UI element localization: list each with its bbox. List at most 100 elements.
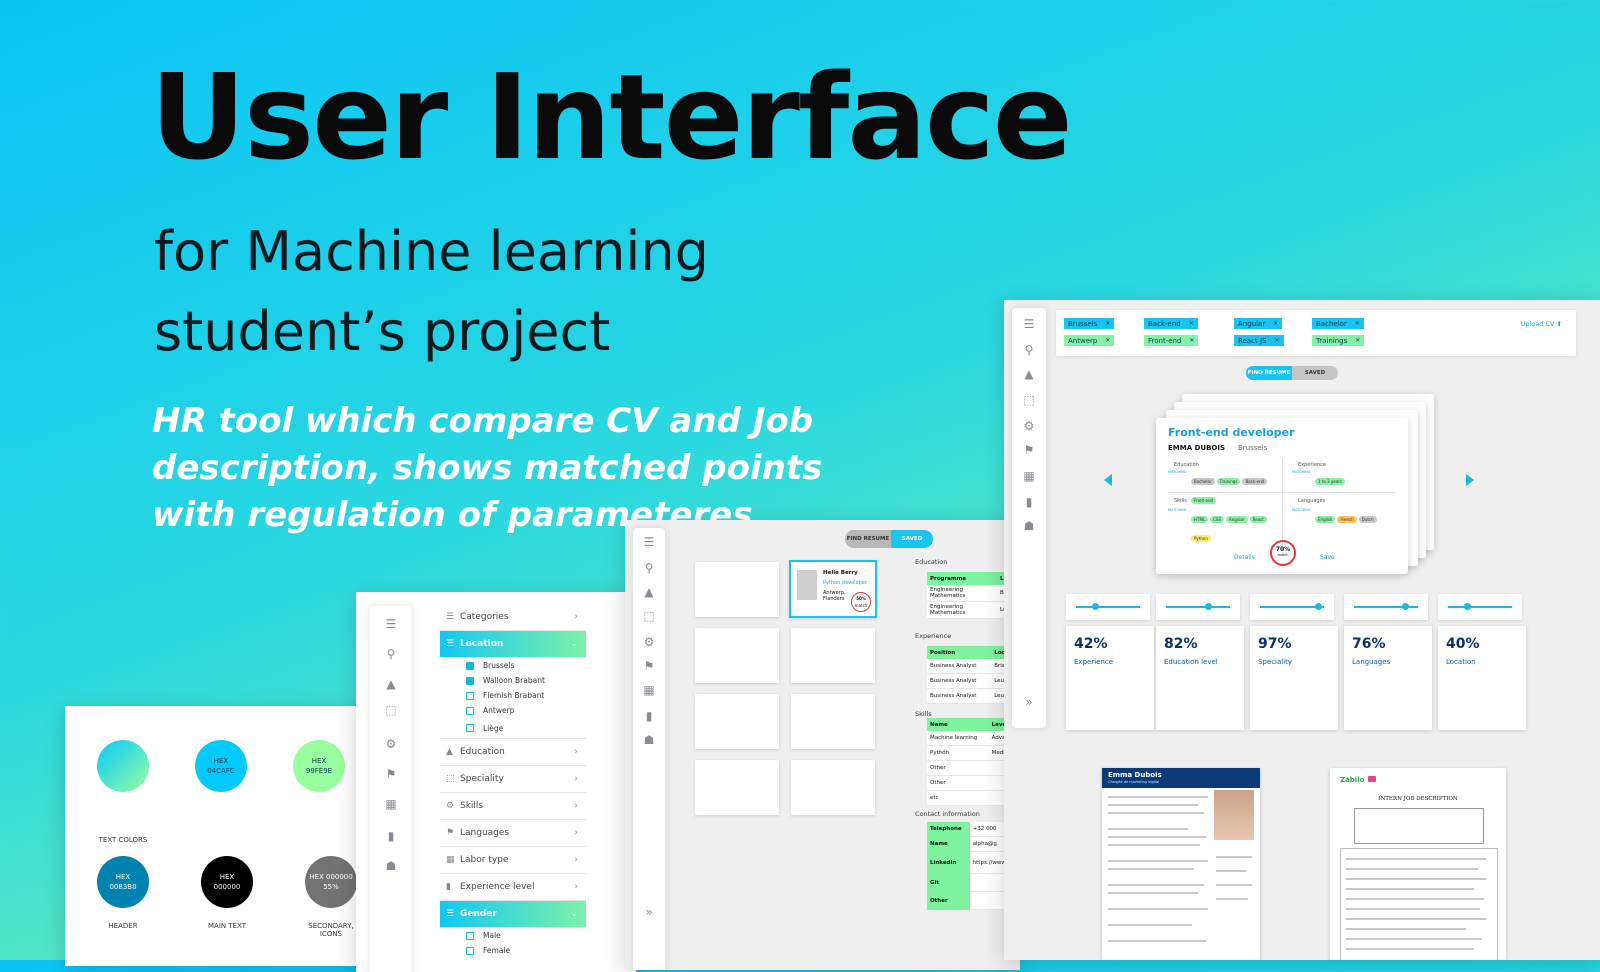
flag-icon[interactable]: ⚑ (383, 766, 399, 782)
list-icon[interactable]: ☰ (1021, 316, 1037, 332)
slider-track[interactable] (1166, 606, 1230, 608)
location-option[interactable]: Liège (440, 718, 586, 739)
close-icon[interactable]: ✕ (1105, 337, 1110, 344)
resume-card[interactable] (695, 760, 779, 815)
filter-gender[interactable]: ☰ Gender ⌄ (440, 901, 586, 928)
resume-card[interactable] (695, 628, 779, 683)
resume-card[interactable] (695, 562, 779, 617)
job-description-document[interactable]: Zabilo INTERN JOB DESCRIPTION (1330, 768, 1506, 960)
graduation-cap-icon[interactable]: ▲ (1021, 366, 1037, 382)
checkbox[interactable] (466, 706, 474, 715)
chip-angular[interactable]: Angular ✕ (1234, 318, 1283, 329)
chip-trainings[interactable]: Trainings ✕ (1312, 335, 1365, 346)
people-icon[interactable]: ☗ (641, 732, 657, 748)
saved-tab[interactable]: SAVED (891, 530, 933, 548)
bar-chart-icon[interactable]: ▮ (1021, 494, 1037, 510)
slider-track[interactable] (1076, 606, 1140, 608)
job-match-card[interactable]: Front-end developer EMMA DUBOIS Brussels… (1156, 418, 1408, 574)
slider-track[interactable] (1448, 606, 1512, 608)
upload-cv-link[interactable]: Upload CV ⬆ (1521, 320, 1562, 328)
resume-toggle[interactable]: FIND RESUME SAVED (845, 530, 933, 548)
location-option[interactable]: Antwerp (440, 703, 586, 718)
bar-chart-icon[interactable]: ▮ (383, 828, 399, 844)
selection-icon[interactable]: ⬚ (1021, 392, 1037, 408)
chip-bachelor[interactable]: Bachelor ✕ (1312, 318, 1364, 329)
next-arrow-icon[interactable] (1466, 474, 1474, 486)
filter-location[interactable]: ☰ Location ⌄ (440, 631, 586, 658)
filter-education[interactable]: ▲ Education › (440, 739, 586, 766)
slider-handle[interactable] (1464, 603, 1472, 610)
graduation-cap-icon[interactable]: ▲ (383, 676, 399, 692)
flag-icon[interactable]: ⚑ (1021, 442, 1037, 458)
resume-card[interactable] (791, 628, 875, 683)
checkbox[interactable] (466, 946, 474, 955)
parameter-slider[interactable] (1156, 594, 1240, 620)
resume-card[interactable] (791, 694, 875, 749)
chip-brussels[interactable]: Brussels ✕ (1064, 318, 1115, 329)
list-icon[interactable]: ☰ (641, 534, 657, 550)
close-icon[interactable]: ✕ (1189, 337, 1194, 344)
expand-icon[interactable]: » (1021, 694, 1037, 710)
list-icon[interactable]: ☰ (383, 616, 399, 632)
parameter-slider[interactable] (1344, 594, 1428, 620)
parameter-slider[interactable] (1066, 594, 1150, 620)
filter-skills[interactable]: ⚙ Skills › (440, 793, 586, 820)
gender-option[interactable]: Female (440, 943, 586, 958)
filter-languages[interactable]: ⚑ Languages › (440, 820, 586, 847)
people-icon[interactable]: ☗ (1021, 518, 1037, 534)
close-icon[interactable]: ✕ (1105, 320, 1110, 327)
gear-icon[interactable]: ⚙ (1021, 418, 1037, 434)
graduation-cap-icon[interactable]: ▲ (641, 584, 657, 600)
chip-front-end[interactable]: Front-end ✕ (1144, 335, 1199, 346)
gender-option[interactable]: Male (440, 928, 586, 943)
gear-icon[interactable]: ⚙ (383, 736, 399, 752)
building-icon[interactable]: ▦ (1021, 468, 1037, 484)
find-resume-tab[interactable]: FIND RESUME (1246, 366, 1292, 380)
building-icon[interactable]: ▦ (383, 796, 399, 812)
chip-back-end[interactable]: Back-end ✕ (1144, 318, 1198, 329)
flag-icon[interactable]: ⚑ (641, 658, 657, 674)
resume-card-selected[interactable]: Helle Berry Python developer Antwerp, Fl… (789, 560, 877, 618)
close-icon[interactable]: ✕ (1189, 320, 1194, 327)
bar-chart-icon[interactable]: ▮ (641, 708, 657, 724)
slider-handle[interactable] (1092, 603, 1100, 610)
selection-icon[interactable]: ⬚ (641, 608, 657, 624)
location-option[interactable]: Flemish Brabant (440, 688, 586, 703)
slider-handle[interactable] (1204, 603, 1212, 610)
resume-card[interactable] (791, 760, 875, 815)
gear-icon[interactable]: ⚙ (641, 634, 657, 650)
building-icon[interactable]: ▦ (641, 682, 657, 698)
filter-experience-level[interactable]: ▮ Experience level › (440, 874, 586, 901)
filter-speciality[interactable]: ⬚ Speciality › (440, 766, 586, 793)
slider-handle[interactable] (1402, 603, 1410, 610)
location-pin-icon[interactable]: ⚲ (1021, 342, 1037, 358)
location-pin-icon[interactable]: ⚲ (641, 560, 657, 576)
resume-toggle[interactable]: FIND RESUME SAVED (1246, 366, 1338, 380)
checkbox[interactable] (466, 931, 474, 940)
chip-react-js[interactable]: React JS ✕ (1234, 335, 1284, 346)
selection-icon[interactable]: ⬚ (383, 702, 399, 718)
chip-antwerp[interactable]: Antwerp ✕ (1064, 335, 1115, 346)
filter-labor-type[interactable]: ▦ Labor type › (440, 847, 586, 874)
close-icon[interactable]: ✕ (1355, 337, 1360, 344)
parameter-slider[interactable] (1250, 594, 1334, 620)
location-pin-icon[interactable]: ⚲ (383, 646, 399, 662)
checkbox[interactable] (466, 724, 474, 732)
close-icon[interactable]: ✕ (1355, 320, 1360, 327)
resume-card[interactable] (695, 694, 779, 749)
expand-icon[interactable]: » (641, 904, 657, 920)
close-icon[interactable]: ✕ (1273, 320, 1278, 327)
cv-document[interactable]: Emma Dubois Chargée de marketing digital (1102, 768, 1260, 960)
location-option[interactable]: Walloon Brabant (440, 673, 586, 688)
close-icon[interactable]: ✕ (1274, 337, 1279, 344)
save-button[interactable]: Save (1320, 554, 1335, 561)
parameter-slider[interactable] (1438, 594, 1522, 620)
details-link[interactable]: Details (1234, 554, 1255, 561)
checkbox[interactable] (466, 661, 474, 670)
checkbox[interactable] (466, 691, 474, 700)
checkbox[interactable] (466, 676, 474, 685)
slider-handle[interactable] (1314, 603, 1322, 610)
location-option[interactable]: Brussels (440, 658, 586, 673)
filter-categories[interactable]: ☰ Categories › (440, 604, 586, 631)
prev-arrow-icon[interactable] (1104, 474, 1112, 486)
